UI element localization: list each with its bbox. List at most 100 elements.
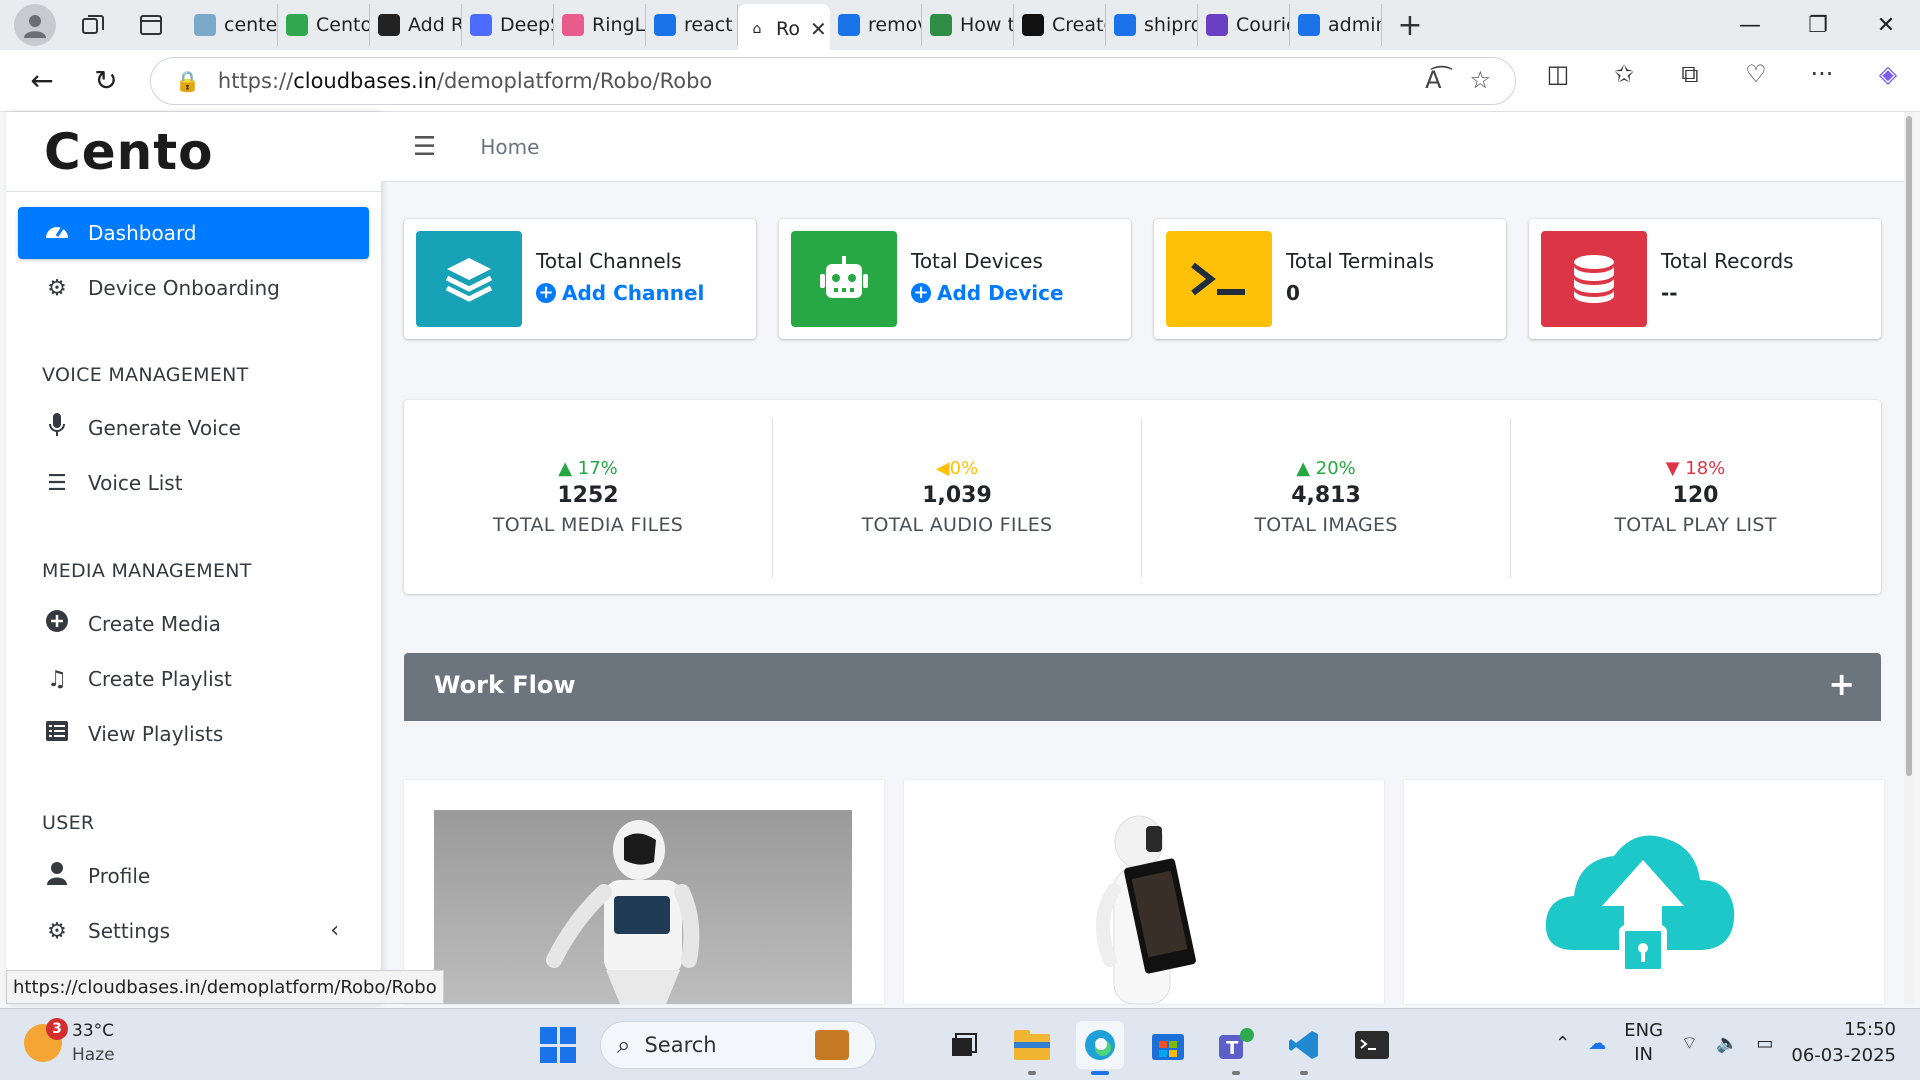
info-box-devices: Total Devices + Add Device (779, 219, 1131, 339)
vscode-icon[interactable] (1280, 1021, 1328, 1075)
new-tab-button[interactable]: + (1388, 8, 1432, 43)
favorite-star-icon[interactable]: ☆ (1469, 66, 1491, 94)
page-scrollbar[interactable] (1904, 112, 1914, 1004)
browser-tab[interactable]: admin (1290, 4, 1382, 46)
task-view-icon[interactable] (940, 1021, 988, 1069)
breadcrumb-home[interactable]: Home (480, 135, 539, 159)
restore-button[interactable]: ❐ (1784, 0, 1852, 50)
workflow-card-robot-2[interactable] (904, 780, 1384, 1004)
browser-tab[interactable]: Add Ro (370, 4, 462, 46)
sidebar-item-label: View Playlists (88, 722, 224, 746)
collections-icon[interactable]: ⧉ (1670, 60, 1710, 88)
gear-icon: ⚙ (47, 918, 67, 944)
browser-tab[interactable]: react h (646, 4, 738, 46)
info-box-title: Total Devices (911, 249, 1043, 273)
tab-favicon-icon (1022, 14, 1044, 36)
link-status-url: https://cloudbases.in/demoplatform/Robo/… (6, 970, 444, 1004)
tab-favicon-icon (194, 14, 216, 36)
layers-icon (416, 231, 522, 327)
total-terminals-value: 0 (1286, 281, 1300, 305)
close-tab-icon[interactable]: ✕ (810, 17, 827, 41)
top-navbar: ☰ Home (381, 112, 1905, 182)
browser-essentials-icon[interactable]: ♡ (1736, 60, 1776, 88)
edge-browser-icon[interactable] (1076, 1021, 1124, 1075)
terminal-app-icon[interactable] (1348, 1021, 1396, 1069)
volume-icon[interactable]: 🔈 (1716, 1033, 1738, 1054)
close-window-button[interactable]: ✕ (1852, 0, 1920, 50)
battery-icon[interactable]: ▭ (1756, 1033, 1773, 1054)
sidebar-item-create-media[interactable]: Create Media (18, 598, 369, 650)
back-button[interactable]: ← (16, 55, 68, 107)
robot-icon (791, 231, 897, 327)
minimize-button[interactable]: — (1716, 0, 1784, 50)
sidebar-item-label: Generate Voice (88, 416, 241, 440)
workflow-title: Work Flow (434, 671, 576, 699)
sidebar-item-label: Profile (88, 864, 151, 888)
scrollbar-thumb[interactable] (1906, 116, 1912, 776)
briefcase-icon (815, 1030, 849, 1060)
sidebar-item-label: Dashboard (88, 221, 197, 245)
browser-tab[interactable]: Create (1014, 4, 1106, 46)
workflow-card-cloud-upload[interactable] (1404, 780, 1884, 1004)
brand-logo[interactable]: Cento (6, 112, 381, 192)
read-aloud-icon[interactable]: A͡ (1425, 66, 1441, 94)
windows-start-icon[interactable] (540, 1027, 576, 1063)
microphone-icon (42, 412, 72, 444)
sidebar-item-profile[interactable]: Profile (18, 850, 369, 902)
total-records-value: -- (1661, 281, 1678, 305)
hamburger-menu-icon[interactable]: ☰ (413, 132, 436, 162)
wifi-icon[interactable]: ⌔ (1681, 1032, 1698, 1055)
info-box-records: Total Records -- (1529, 219, 1881, 339)
browser-tab[interactable]: ⌂ Ro ✕ (738, 4, 830, 54)
info-box-title: Total Terminals (1286, 249, 1435, 273)
onedrive-cloud-icon[interactable]: ☁ (1588, 1033, 1606, 1054)
more-menu-icon[interactable]: ··· (1802, 60, 1842, 88)
sidebar-item-create-playlist[interactable]: ♫ Create Playlist (18, 653, 369, 705)
teams-icon[interactable]: T (1212, 1021, 1260, 1075)
collapse-toggle-button[interactable]: + (1828, 665, 1855, 703)
cloud-upload-lock-icon (1434, 810, 1852, 1004)
browser-tab[interactable]: How to (922, 4, 1014, 46)
favorites-icon[interactable]: ✩ (1604, 60, 1644, 88)
weather-description: Haze (72, 1045, 115, 1065)
sidebar-item-settings[interactable]: ⚙ Settings ‹ (18, 905, 369, 957)
browser-tab[interactable]: centelo (186, 4, 278, 46)
refresh-button[interactable]: ↻ (80, 55, 132, 107)
sidebar-item-dashboard[interactable]: Dashboard (18, 207, 369, 259)
browser-tab[interactable]: remove (830, 4, 922, 46)
browser-tab[interactable]: Courie (1198, 4, 1290, 46)
browser-tab[interactable]: RingLo (554, 4, 646, 46)
tab-favicon-icon (470, 14, 492, 36)
microsoft-store-icon[interactable] (1144, 1021, 1192, 1069)
caret-up-icon: ▲ (1296, 458, 1311, 479)
tab-favicon-icon (562, 14, 584, 36)
add-channel-label: Add Channel (562, 281, 705, 305)
workflow-card-robot-1[interactable] (404, 780, 884, 1004)
browser-tab[interactable]: Centor (278, 4, 370, 46)
system-tray: ⌃ ☁ ENG IN ⌔ 🔈 ▭ 15:50 06-03-2025 (1555, 1017, 1896, 1069)
sidebar-item-voice-list[interactable]: ☰ Voice List (18, 457, 369, 509)
add-device-link[interactable]: + Add Device (911, 281, 1064, 305)
url-host: cloudbases.in (293, 69, 437, 93)
sidebar-item-device-onboarding[interactable]: ⚙ Device Onboarding (18, 262, 369, 314)
browser-tab[interactable]: DeepSe (462, 4, 554, 46)
vertical-tabs-icon[interactable] (130, 4, 172, 46)
address-bar[interactable]: 🔒 https://cloudbases.in/demoplatform/Rob… (150, 57, 1516, 105)
add-channel-link[interactable]: + Add Channel (536, 281, 704, 305)
taskbar-search-box[interactable]: ⌕ Search (600, 1021, 876, 1069)
clock[interactable]: 15:50 06-03-2025 (1791, 1017, 1896, 1069)
copilot-icon[interactable]: ◈ (1868, 60, 1908, 88)
sidebar-item-view-playlists[interactable]: View Playlists (18, 708, 369, 760)
language-indicator[interactable]: ENG IN (1624, 1019, 1663, 1067)
chevron-up-icon[interactable]: ⌃ (1555, 1033, 1570, 1054)
file-explorer-icon[interactable] (1008, 1021, 1056, 1075)
sidebar-item-generate-voice[interactable]: Generate Voice (18, 402, 369, 454)
tab-label: Ro (776, 18, 800, 40)
tab-favicon-icon (654, 14, 676, 36)
profile-avatar-icon[interactable] (14, 4, 56, 46)
browser-tab[interactable]: shiproc (1106, 4, 1198, 46)
split-screen-icon[interactable]: ◫ (1538, 60, 1578, 88)
workspaces-icon[interactable] (72, 4, 114, 46)
tab-label: shiproc (1144, 14, 1197, 36)
weather-widget[interactable]: 3 33°C Haze (24, 1018, 115, 1067)
